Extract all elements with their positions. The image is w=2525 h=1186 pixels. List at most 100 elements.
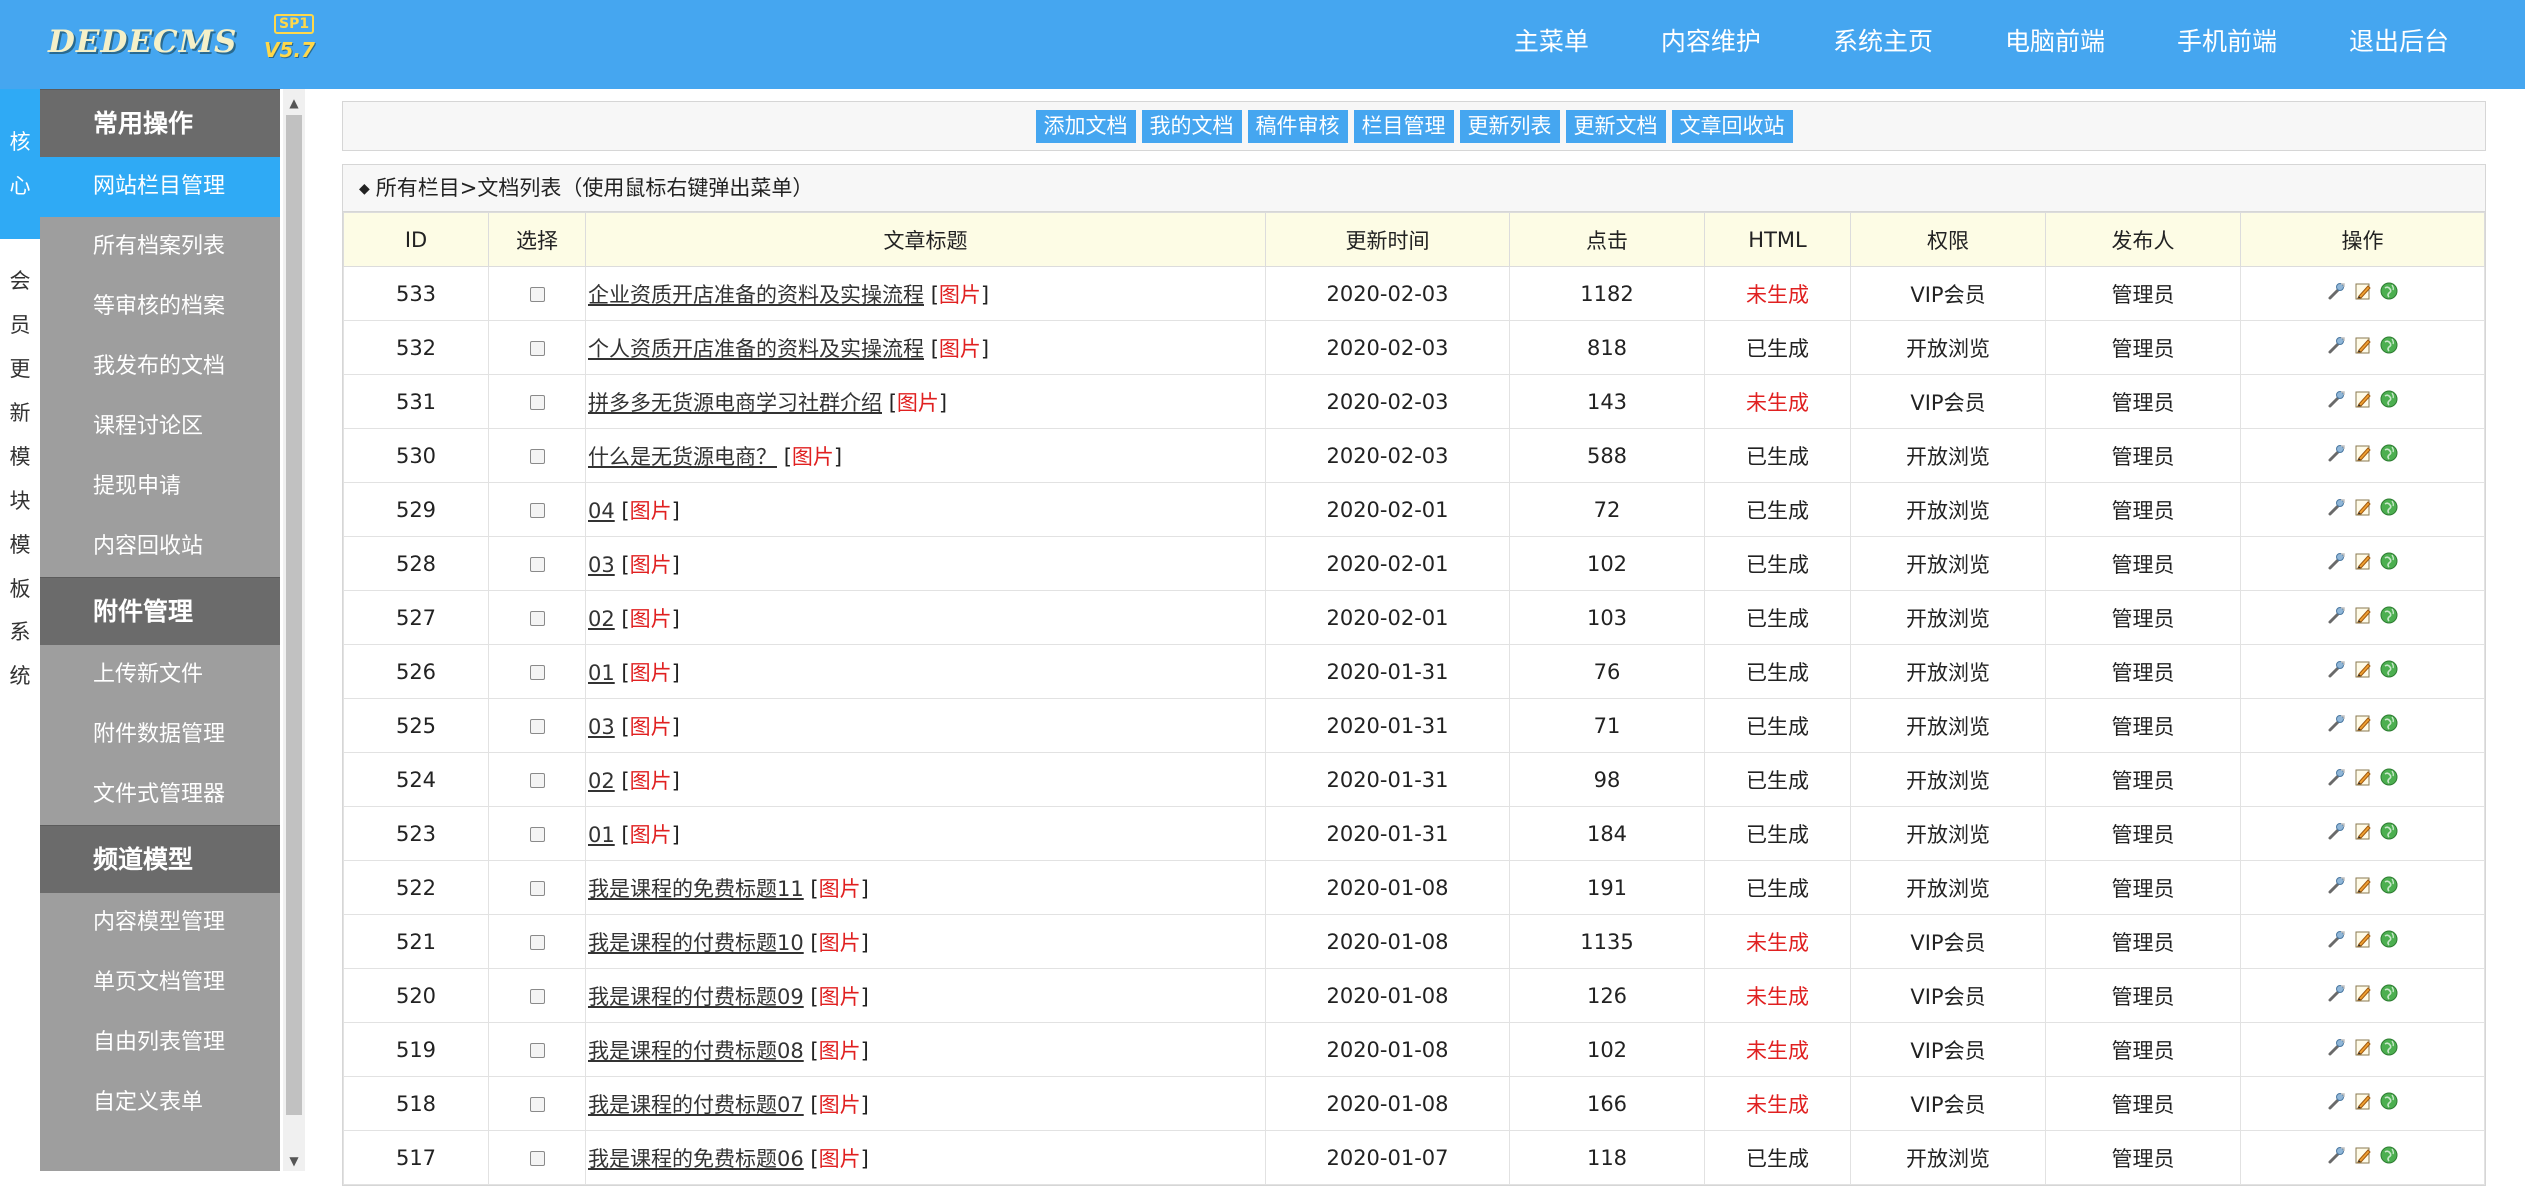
table-row[interactable]: 529 04 [图片] 2020-02-01 72 已生成 开放浏览 管理员 xyxy=(343,482,2485,537)
vtab-5[interactable]: 系统 xyxy=(0,610,40,698)
table-row[interactable]: 525 03 [图片] 2020-01-31 71 已生成 开放浏览 管理员 xyxy=(343,698,2485,753)
menu-item[interactable]: 上传新文件 xyxy=(40,645,280,705)
menu-item[interactable]: 自定义表单 xyxy=(40,1073,280,1133)
checkbox-icon[interactable] xyxy=(529,503,545,518)
image-tag-label[interactable]: 图片 xyxy=(792,445,834,469)
table-row[interactable]: 520 我是课程的付费标题09 [图片] 2020-01-08 126 未生成 VIP会员… xyxy=(343,968,2485,1023)
table-row[interactable]: 532 个人资质开店准备的资料及实操流程 [图片] 2020-02-03 818 已生成… xyxy=(343,320,2485,375)
vtab-3[interactable]: 模块 xyxy=(0,435,40,523)
article-title-link[interactable]: 02 xyxy=(588,607,615,631)
table-row[interactable]: 526 01 [图片] 2020-01-31 76 已生成 开放浏览 管理员 xyxy=(343,644,2485,699)
image-tag-label[interactable]: 图片 xyxy=(630,823,672,847)
scroll-down-arrow[interactable]: ▼ xyxy=(283,1151,305,1171)
view-globe-icon[interactable] xyxy=(2379,335,2399,355)
checkbox-icon[interactable] xyxy=(529,341,545,356)
menu-item[interactable]: 网站栏目管理 xyxy=(40,157,280,217)
checkbox-icon[interactable] xyxy=(529,665,545,680)
article-title-link[interactable]: 个人资质开店准备的资料及实操流程 xyxy=(588,337,924,361)
menu-item[interactable]: 课程讨论区 xyxy=(40,397,280,457)
edit-pencil-icon[interactable] xyxy=(2353,389,2373,409)
view-globe-icon[interactable] xyxy=(2379,497,2399,517)
table-row[interactable]: 518 我是课程的付费标题07 [图片] 2020-01-08 166 未生成 VIP会员… xyxy=(343,1076,2485,1131)
edit-pencil-icon[interactable] xyxy=(2353,929,2373,949)
checkbox-icon[interactable] xyxy=(529,989,545,1004)
image-tag-label[interactable]: 图片 xyxy=(819,877,861,901)
edit-wrench-icon[interactable] xyxy=(2327,497,2347,517)
table-row[interactable]: 528 03 [图片] 2020-02-01 102 已生成 开放浏览 管理员 xyxy=(343,536,2485,591)
edit-wrench-icon[interactable] xyxy=(2327,983,2347,1003)
toolbar-button[interactable]: 添加文档 xyxy=(1035,109,1136,143)
vtab-4[interactable]: 模板 xyxy=(0,523,40,611)
table-row[interactable]: 527 02 [图片] 2020-02-01 103 已生成 开放浏览 管理员 xyxy=(343,590,2485,645)
table-row[interactable]: 531 拼多多无货源电商学习社群介绍 [图片] 2020-02-03 143 未生成 VI… xyxy=(343,374,2485,429)
edit-wrench-icon[interactable] xyxy=(2327,389,2347,409)
article-title-link[interactable]: 02 xyxy=(588,769,615,793)
view-globe-icon[interactable] xyxy=(2379,281,2399,301)
view-globe-icon[interactable] xyxy=(2379,551,2399,571)
article-title-link[interactable]: 01 xyxy=(588,661,615,685)
toolbar-button[interactable]: 稿件审核 xyxy=(1247,109,1348,143)
checkbox-icon[interactable] xyxy=(529,827,545,842)
checkbox-icon[interactable] xyxy=(529,1151,545,1166)
image-tag-label[interactable]: 图片 xyxy=(630,661,672,685)
image-tag-label[interactable]: 图片 xyxy=(939,283,981,307)
image-tag-label[interactable]: 图片 xyxy=(819,931,861,955)
edit-pencil-icon[interactable] xyxy=(2353,713,2373,733)
scroll-thumb[interactable] xyxy=(286,115,302,1115)
view-globe-icon[interactable] xyxy=(2379,983,2399,1003)
edit-wrench-icon[interactable] xyxy=(2327,281,2347,301)
nav-content-maintenance[interactable]: 内容维护 xyxy=(1625,0,1797,89)
table-row[interactable]: 523 01 [图片] 2020-01-31 184 已生成 开放浏览 管理员 xyxy=(343,806,2485,861)
edit-wrench-icon[interactable] xyxy=(2327,1145,2347,1165)
article-title-link[interactable]: 我是课程的付费标题10 xyxy=(588,931,804,955)
checkbox-icon[interactable] xyxy=(529,881,545,896)
edit-pencil-icon[interactable] xyxy=(2353,551,2373,571)
edit-pencil-icon[interactable] xyxy=(2353,1145,2373,1165)
image-tag-label[interactable]: 图片 xyxy=(630,769,672,793)
edit-pencil-icon[interactable] xyxy=(2353,335,2373,355)
menu-item[interactable]: 自由列表管理 xyxy=(40,1013,280,1073)
view-globe-icon[interactable] xyxy=(2379,1037,2399,1057)
view-globe-icon[interactable] xyxy=(2379,929,2399,949)
image-tag-label[interactable]: 图片 xyxy=(630,715,672,739)
article-title-link[interactable]: 我是课程的免费标题06 xyxy=(588,1147,804,1171)
checkbox-icon[interactable] xyxy=(529,935,545,950)
image-tag-label[interactable]: 图片 xyxy=(939,337,981,361)
image-tag-label[interactable]: 图片 xyxy=(819,985,861,1009)
nav-system-home[interactable]: 系统主页 xyxy=(1797,0,1969,89)
table-row[interactable]: 533 企业资质开店准备的资料及实操流程 [图片] 2020-02-03 1182 未生… xyxy=(343,266,2485,321)
view-globe-icon[interactable] xyxy=(2379,767,2399,787)
menu-item[interactable]: 附件数据管理 xyxy=(40,705,280,765)
edit-wrench-icon[interactable] xyxy=(2327,335,2347,355)
view-globe-icon[interactable] xyxy=(2379,875,2399,895)
view-globe-icon[interactable] xyxy=(2379,1091,2399,1111)
image-tag-label[interactable]: 图片 xyxy=(819,1039,861,1063)
article-title-link[interactable]: 04 xyxy=(588,499,615,523)
edit-wrench-icon[interactable] xyxy=(2327,929,2347,949)
article-title-link[interactable]: 什么是无货源电商？ xyxy=(588,445,777,469)
edit-pencil-icon[interactable] xyxy=(2353,821,2373,841)
table-row[interactable]: 524 02 [图片] 2020-01-31 98 已生成 开放浏览 管理员 xyxy=(343,752,2485,807)
article-title-link[interactable]: 01 xyxy=(588,823,615,847)
edit-pencil-icon[interactable] xyxy=(2353,659,2373,679)
menu-item[interactable]: 内容回收站 xyxy=(40,517,280,577)
image-tag-label[interactable]: 图片 xyxy=(897,391,939,415)
edit-pencil-icon[interactable] xyxy=(2353,767,2373,787)
checkbox-icon[interactable] xyxy=(529,1097,545,1112)
nav-pc-frontend[interactable]: 电脑前端 xyxy=(1969,0,2141,89)
view-globe-icon[interactable] xyxy=(2379,713,2399,733)
menu-group-title[interactable]: 常用操作 xyxy=(40,89,280,157)
edit-wrench-icon[interactable] xyxy=(2327,605,2347,625)
edit-wrench-icon[interactable] xyxy=(2327,1037,2347,1057)
toolbar-button[interactable]: 栏目管理 xyxy=(1353,109,1454,143)
image-tag-label[interactable]: 图片 xyxy=(630,607,672,631)
vtab-2[interactable]: 更新 xyxy=(0,347,40,435)
vtab-0[interactable]: 核心 xyxy=(0,89,40,239)
article-title-link[interactable]: 我是课程的付费标题08 xyxy=(588,1039,804,1063)
table-row[interactable]: 522 我是课程的免费标题11 [图片] 2020-01-08 191 已生成 开放浏览管… xyxy=(343,860,2485,915)
edit-pencil-icon[interactable] xyxy=(2353,983,2373,1003)
edit-wrench-icon[interactable] xyxy=(2327,713,2347,733)
menu-item[interactable]: 文件式管理器 xyxy=(40,765,280,825)
toolbar-button[interactable]: 更新文档 xyxy=(1565,109,1666,143)
image-tag-label[interactable]: 图片 xyxy=(630,499,672,523)
